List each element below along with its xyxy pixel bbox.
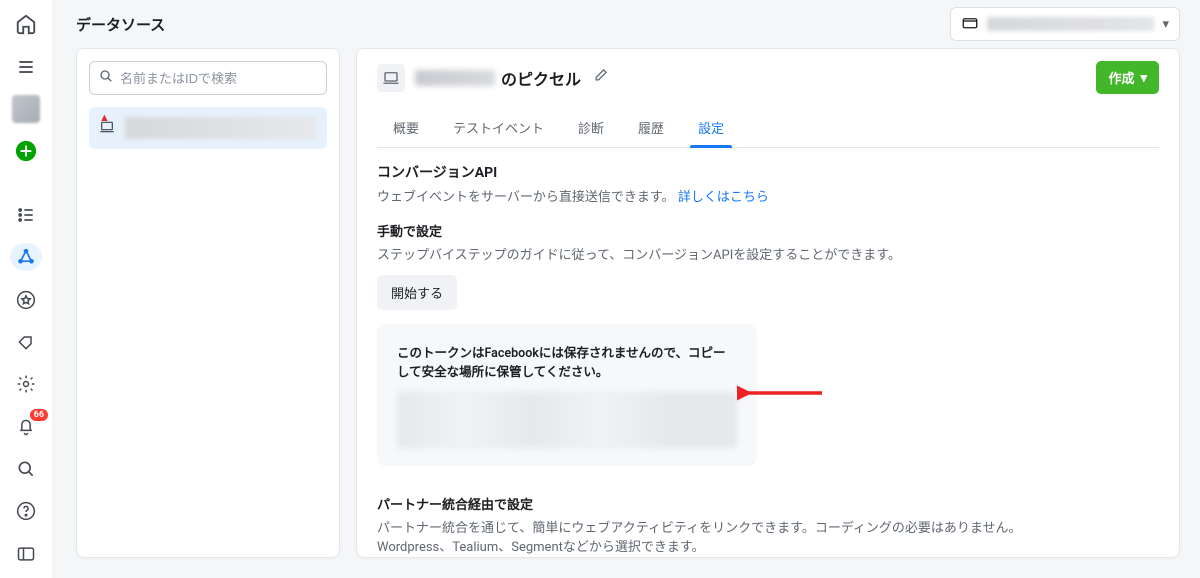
notification-badge: 66: [30, 409, 48, 421]
manual-setup-heading: 手動で設定: [377, 221, 1139, 240]
edit-pencil-icon[interactable]: [591, 66, 610, 89]
conversion-api-heading: コンバージョンAPI: [377, 162, 1139, 182]
tab-settings[interactable]: 設定: [682, 108, 740, 147]
main-header: のピクセル 作成 ▾ 概要 テストイベント 診断 履歴 設定: [357, 49, 1179, 148]
home-icon[interactable]: [10, 10, 42, 38]
tab-diagnostics[interactable]: 診断: [562, 108, 620, 147]
list-icon[interactable]: [10, 201, 42, 229]
tag-icon[interactable]: [10, 328, 42, 356]
conversion-api-desc: ウェブイベントをサーバーから直接送信できます。 詳しくはこちら: [377, 186, 1139, 205]
manual-setup-desc: ステップバイステップのガイドに従って、コンバージョンAPIを設定することができま…: [377, 244, 1139, 263]
token-box: このトークンはFacebookには保存されませんので、コピーして安全な場所に保管…: [377, 324, 757, 466]
tab-overview[interactable]: 概要: [377, 108, 435, 147]
pixel-title-suffix: のピクセル: [501, 66, 581, 90]
data-source-name-redacted: [125, 117, 317, 139]
token-warning: このトークンはFacebookには保存されませんので、コピーして安全な場所に保管…: [397, 342, 737, 380]
left-nav-rail: 66: [0, 0, 52, 578]
menu-icon[interactable]: [10, 52, 42, 80]
laptop-icon: [377, 64, 405, 92]
partner-setup-heading: パートナー統合経由で設定: [377, 494, 1139, 513]
avatar[interactable]: [10, 95, 42, 123]
bell-icon[interactable]: 66: [10, 413, 42, 441]
conversion-api-desc-text: ウェブイベントをサーバーから直接送信できます。: [377, 190, 675, 205]
search-box[interactable]: [89, 61, 327, 95]
help-icon[interactable]: [10, 497, 42, 525]
warning-icon: ▲: [99, 111, 110, 124]
learn-more-link[interactable]: 詳しくはこちら: [678, 190, 769, 205]
chevron-down-icon: ▾: [1140, 70, 1147, 86]
token-value-redacted[interactable]: [397, 392, 737, 448]
settings-icon[interactable]: [10, 370, 42, 398]
data-source-item[interactable]: ▲: [89, 107, 327, 149]
tabs: 概要 テストイベント 診断 履歴 設定: [377, 108, 1159, 148]
search-icon: [98, 68, 114, 88]
plus-icon[interactable]: [10, 137, 42, 165]
tab-test-events[interactable]: テストイベント: [437, 108, 560, 147]
create-button-label: 作成: [1108, 68, 1134, 87]
page-title: データソース: [76, 14, 165, 35]
star-icon[interactable]: [10, 285, 42, 313]
search-input[interactable]: [120, 71, 318, 86]
partner-setup-line1: パートナー統合を通じて、簡単にウェブアクティビティをリンクできます。コーディング…: [377, 517, 1139, 536]
data-sources-sidebar: ▲: [76, 48, 340, 558]
page: データソース ▾ ▲: [52, 0, 1200, 578]
partner-setup-line2: Wordpress、Tealium、Segmentなどから選択できます。: [377, 536, 1139, 555]
search-nav-icon[interactable]: [10, 455, 42, 483]
content-row: ▲ のピクセル: [52, 48, 1200, 578]
start-button[interactable]: 開始する: [377, 275, 457, 310]
topbar: データソース ▾: [52, 0, 1200, 48]
pixel-name-redacted: [415, 70, 495, 86]
account-picker[interactable]: ▾: [950, 7, 1180, 41]
sidebar-toggle-icon[interactable]: [10, 540, 42, 568]
chevron-down-icon: ▾: [1162, 17, 1169, 32]
share-icon[interactable]: [10, 243, 42, 271]
pixel-badge-icon: [961, 15, 979, 33]
tab-history[interactable]: 履歴: [622, 108, 680, 147]
create-button[interactable]: 作成 ▾: [1096, 61, 1159, 94]
account-name-redacted: [987, 17, 1154, 31]
main-panel: のピクセル 作成 ▾ 概要 テストイベント 診断 履歴 設定: [356, 48, 1180, 558]
title-row: のピクセル 作成 ▾: [377, 61, 1159, 94]
main-scroll[interactable]: コンバージョンAPI ウェブイベントをサーバーから直接送信できます。 詳しくはこ…: [357, 148, 1179, 557]
